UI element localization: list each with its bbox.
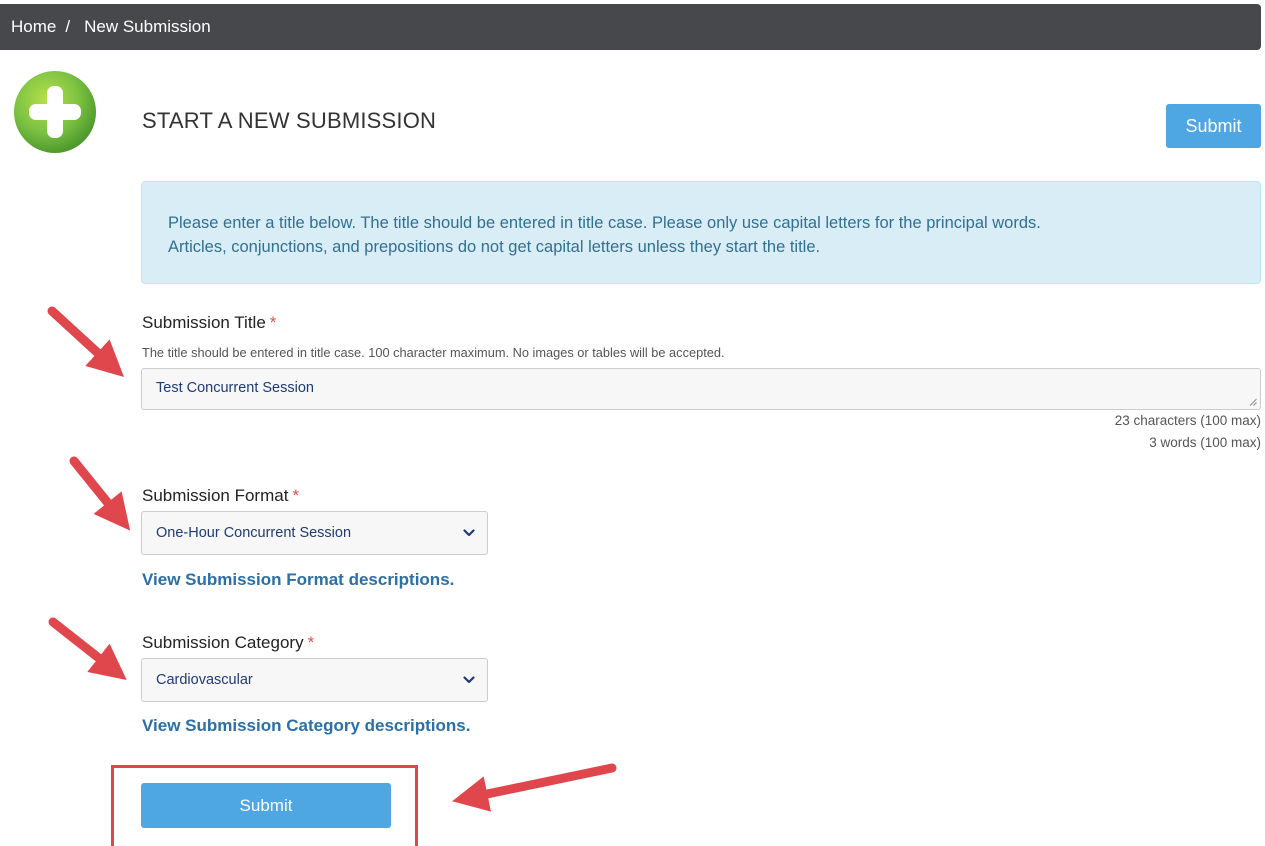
category-descriptions-link[interactable]: View Submission Category descriptions. — [142, 716, 470, 736]
submission-category-label: Submission Category * — [142, 633, 314, 653]
submission-format-selected: One-Hour Concurrent Session — [156, 525, 352, 541]
submission-category-select[interactable]: Cardiovascular — [141, 658, 488, 702]
submission-format-select[interactable]: One-Hour Concurrent Session — [141, 511, 488, 555]
word-count: 3 words (100 max) — [1149, 435, 1261, 450]
breadcrumb-home-link[interactable]: Home — [11, 17, 56, 37]
breadcrumb-current: New Submission — [84, 17, 211, 36]
submission-category-selected: Cardiovascular — [156, 672, 253, 688]
plus-circle-icon — [14, 71, 96, 153]
breadcrumb: Home / New Submission — [0, 4, 1261, 50]
breadcrumb-separator: / — [65, 17, 71, 36]
required-marker: * — [292, 486, 300, 505]
info-alert-line-1: Please enter a title below. The title sh… — [168, 214, 1041, 232]
submission-format-label: Submission Format * — [142, 486, 299, 506]
format-descriptions-link[interactable]: View Submission Format descriptions. — [142, 570, 454, 590]
page-title: START A NEW SUBMISSION — [142, 108, 437, 133]
submission-title-input[interactable]: Test Concurrent Session — [141, 368, 1261, 410]
submission-title-label-text: Submission Title — [142, 313, 266, 332]
chevron-down-icon — [463, 676, 475, 684]
required-marker: * — [307, 633, 315, 652]
required-marker: * — [269, 313, 277, 332]
submission-title-label: Submission Title * — [142, 313, 276, 333]
arrow-to-format — [69, 456, 131, 531]
character-count: 23 characters (100 max) — [1114, 413, 1261, 428]
top-submit-button[interactable]: Submit — [1166, 104, 1261, 148]
submission-title-value: Test Concurrent Session — [156, 380, 314, 396]
resize-grip-icon[interactable] — [1249, 398, 1257, 406]
info-alert-line-2: Articles, conjunctions, and prepositions… — [168, 238, 821, 256]
arrow-to-title — [47, 306, 124, 377]
submission-category-label-text: Submission Category — [142, 633, 304, 652]
submission-title-help: The title should be entered in title cas… — [142, 345, 725, 360]
chevron-down-icon — [463, 529, 475, 537]
bottom-submit-button[interactable]: Submit — [141, 783, 391, 828]
submission-format-label-text: Submission Format — [142, 486, 289, 505]
arrow-to-submit — [452, 763, 617, 812]
info-alert: Please enter a title below. The title sh… — [141, 181, 1261, 284]
arrow-to-category — [48, 617, 127, 681]
